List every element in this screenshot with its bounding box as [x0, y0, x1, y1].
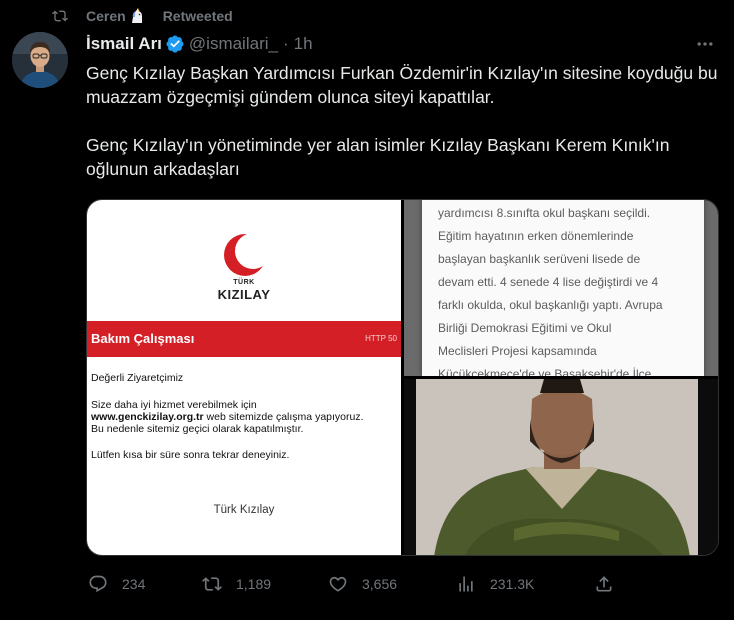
maintenance-line: Lütfen kısa bir süre sonra tekrar deneyi… — [91, 449, 290, 461]
views-chart-icon — [459, 576, 473, 592]
http-code: HTTP 50 — [365, 334, 397, 343]
tweet-paragraph: Genç Kızılay'ın yönetiminde yer alan isi… — [86, 135, 670, 179]
tweet-text: Genç Kızılay Başkan Yardımcısı Furkan Öz… — [86, 61, 726, 181]
document-line: devam etti. 4 senede 4 lise değiştirdi v… — [438, 275, 659, 289]
separator-dot: · — [282, 34, 289, 53]
document-line: yardımcısı 8.sınıfta okul başkanı seçild… — [438, 206, 651, 220]
logo-turk-text: TÜRK — [233, 279, 255, 286]
retweet-count: 1,189 — [236, 576, 272, 592]
maintenance-banner: Bakım Çalışması HTTP 50 — [87, 321, 401, 357]
media-image-document[interactable]: yardımcısı 8.sınıfta okul başkanı seçild… — [404, 200, 718, 376]
document-line: Eğitim hayatının erken dönemlerinde — [438, 229, 634, 243]
media-image-portrait[interactable] — [404, 379, 718, 555]
heart-icon — [329, 576, 347, 592]
more-options-button[interactable] — [694, 33, 716, 55]
document-line: başlayan başkanlık serüveni lisede de — [438, 252, 641, 266]
more-dots-icon — [697, 42, 713, 46]
reply-button[interactable]: 234 — [88, 570, 145, 598]
red-crescent-logo-icon — [224, 233, 271, 276]
tweet-timestamp[interactable]: 1h — [294, 34, 313, 54]
share-button[interactable] — [594, 570, 614, 598]
maintenance-footer: Türk Kızılay — [213, 504, 275, 516]
maintenance-message: Değerli Ziyaretçimiz Size daha iyi hizme… — [91, 372, 397, 461]
tweet-paragraph: Genç Kızılay Başkan Yardımcısı Furkan Öz… — [86, 63, 718, 107]
media-image-maintenance[interactable]: TÜRK KIZILAY Bakım Çalışması HTTP 50 Değ… — [87, 200, 401, 555]
author-display-name[interactable]: İsmail Arı — [86, 34, 162, 54]
views-button[interactable]: 231.3K — [456, 570, 534, 598]
author-handle[interactable]: @ismailari_ — [189, 34, 278, 54]
maintenance-line-rest: web sitemizde çalışma yapıyoruz. — [203, 411, 364, 423]
portrait-photo — [404, 379, 718, 555]
retweet-icon — [52, 10, 68, 22]
document-line: Birliği Demokrasi Eğitimi ve Okul — [438, 321, 612, 335]
retweet-context: Ceren Retweeted — [52, 6, 233, 26]
verified-badge-icon[interactable] — [165, 34, 185, 54]
tweet-header: İsmail Arı @ismailari_ · 1h — [86, 33, 722, 55]
document-paper: yardımcısı 8.sınıfta okul başkanı seçild… — [422, 200, 704, 376]
document-line: Küçükçekmece'de ve Başakşehir'de İlçe — [438, 367, 652, 376]
like-count: 3,656 — [362, 576, 398, 592]
maintenance-line: Bu nedenle sitemiz geçici olarak kapatıl… — [91, 423, 304, 435]
tweet-actions: 234 1,189 3,656 231.3K — [86, 570, 626, 598]
maintenance-line: Size daha iyi hizmet verebilmek için — [91, 399, 257, 411]
unicorn-emoji-icon — [131, 8, 142, 23]
maintenance-line: www.genckizilay.org.tr web sitemizde çal… — [91, 411, 397, 423]
maintenance-site: www.genckizilay.org.tr — [91, 411, 204, 423]
media-grid: TÜRK KIZILAY Bakım Çalışması HTTP 50 Değ… — [86, 199, 719, 556]
document-text: yardımcısı 8.sınıfta okul başkanı seçild… — [438, 202, 708, 376]
reply-icon — [89, 575, 107, 593]
views-count: 231.3K — [490, 576, 535, 592]
avatar[interactable] — [12, 32, 68, 88]
share-icon — [596, 576, 612, 592]
maintenance-greeting: Değerli Ziyaretçimiz — [91, 372, 184, 384]
document-line: farklı okulda, okul başkanlığı yaptı. Av… — [438, 298, 663, 312]
maintenance-title: Bakım Çalışması — [91, 331, 195, 346]
retweeted-label: Retweeted — [162, 8, 233, 24]
retweet-icon — [202, 577, 222, 591]
like-button[interactable]: 3,656 — [328, 570, 397, 598]
reply-count: 234 — [122, 576, 146, 592]
retweeter-name[interactable]: Ceren — [86, 8, 126, 24]
logo-kizilay-text: KIZILAY — [217, 287, 271, 302]
retweet-button[interactable]: 1,189 — [202, 570, 271, 598]
document-line: Meclisleri Projesi kapsamında — [438, 344, 597, 358]
